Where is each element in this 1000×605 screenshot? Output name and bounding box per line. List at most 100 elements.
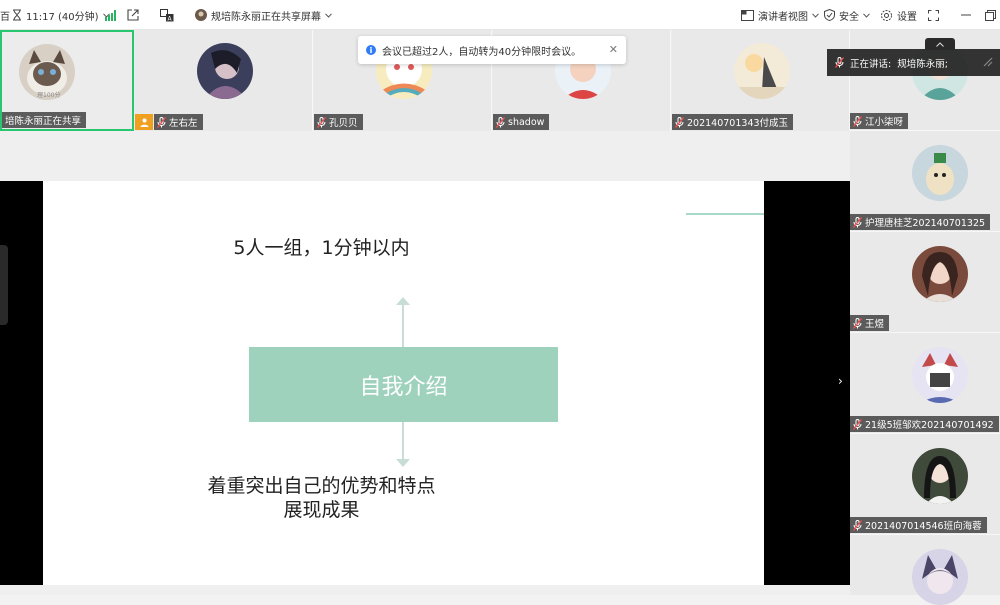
participant-column: 江小柒呀 护理唐桂芝202140701325 王煜 21级5班邹欢2021407… — [850, 30, 1000, 605]
slide-decoration-line — [686, 213, 764, 215]
participant-name-label: 护理唐桂芝202140701325 — [865, 218, 986, 229]
participant-tile[interactable]: 2021407013​43付成玉 — [672, 30, 850, 131]
sharing-indicator[interactable]: 规培陈永丽正在共享屏幕 — [195, 0, 332, 30]
slide-body: 着重突出自己的优势和特点 展现成果 — [0, 474, 682, 522]
speaking-indicator: 正在讲话: 规培陈永丽; — [827, 49, 1000, 76]
mic-muted-icon — [853, 115, 862, 127]
participant-name: shadow — [493, 114, 550, 130]
side-panel-handle[interactable] — [0, 245, 8, 325]
hourglass-icon — [12, 9, 22, 21]
participant-name-label: 左右左 — [169, 118, 198, 129]
info-icon: i — [366, 45, 376, 55]
participant-name: 江小柒呀 — [850, 113, 909, 129]
chevron-down-icon — [812, 12, 819, 18]
speaking-label: 正在讲话: — [850, 58, 892, 70]
presenter-view-label: 演讲者视图 — [758, 11, 808, 23]
participant-name-label: 2021407014546班向海蓉 — [865, 521, 982, 532]
minimize-icon — [961, 10, 971, 20]
drag-handle-icon[interactable] — [982, 56, 994, 68]
participant-name: 2021407013​43付成玉 — [672, 114, 794, 130]
presentation-slide: 5人一组，1分钟以内 自我介绍 着重突出自己的优势和特点 展现成果 — [43, 181, 764, 585]
security-label: 安全 — [839, 11, 859, 23]
sharer-avatar-icon — [195, 9, 207, 21]
participant-name: 王煜 — [850, 315, 890, 331]
settings-button[interactable]: 设置 — [880, 0, 917, 30]
slide-body-line: 着重突出自己的优势和特点 — [207, 475, 436, 497]
participant-name-label: 21级5班邹欢202140701492 — [865, 420, 994, 431]
close-icon[interactable]: ✕ — [609, 43, 618, 56]
translate-icon: A — [160, 8, 174, 22]
restore-window-icon — [985, 9, 996, 21]
mic-muted-icon — [157, 116, 166, 128]
chevron-up-icon — [936, 41, 944, 47]
chevron-down-icon — [325, 12, 332, 18]
participant-tile[interactable] — [850, 535, 1000, 605]
sharing-label: 规培陈永丽正在共享屏幕 — [211, 11, 321, 23]
mic-muted-icon — [853, 418, 862, 430]
shared-screen: 5人一组，1分钟以内 自我介绍 着重突出自己的优势和特点 展现成果 — [0, 181, 850, 585]
participant-name: 护理唐桂芝202140701325 — [850, 214, 991, 230]
mic-muted-icon — [496, 116, 505, 128]
participant-name-label: 孔贝贝 — [329, 118, 358, 129]
slide-box-label: 自我介绍 — [359, 374, 448, 400]
avatar — [197, 43, 253, 99]
restore-button[interactable] — [985, 0, 996, 30]
chevron-down-icon — [863, 12, 870, 18]
user-icon — [140, 118, 149, 127]
slide-body-line: 展现成果 — [283, 499, 360, 521]
shield-icon — [824, 9, 835, 21]
participant-name-label: 2021407013​43付成玉 — [687, 118, 789, 129]
signal-strength[interactable] — [105, 0, 116, 30]
menu-fragment: 百 — [0, 0, 10, 30]
participant-name-label: 王煜 — [865, 319, 885, 330]
participant-tile[interactable]: 王煜 — [850, 232, 1000, 333]
fullscreen-icon — [928, 9, 939, 21]
participant-name-label: 江小柒呀 — [865, 117, 904, 128]
avatar — [912, 246, 968, 302]
participant-name: 21级5班邹欢202140701492 — [850, 416, 999, 432]
fullscreen-button[interactable] — [928, 0, 939, 30]
mic-muted-icon — [675, 116, 684, 128]
avatar — [912, 145, 968, 201]
avatar-caption: 理100分 — [37, 91, 60, 99]
popout-button[interactable] — [127, 0, 139, 30]
participant-name: 2021407014546班向海蓉 — [850, 517, 987, 533]
participant-name-label: 培陈永丽正在共享 — [5, 116, 82, 127]
chevron-right-icon[interactable]: › — [838, 374, 843, 388]
menu-fragment-label: 百 — [0, 11, 10, 23]
arrow-down-icon — [396, 459, 410, 467]
participant-tile[interactable]: 护理唐桂芝202140701325 — [850, 131, 1000, 232]
collapse-tab[interactable] — [925, 38, 955, 50]
participant-tile[interactable]: 理100分 培陈永丽正在共享 — [0, 30, 134, 131]
settings-label: 设置 — [897, 11, 917, 23]
participant-tile[interactable]: 21级5班邹欢202140701492 — [850, 333, 1000, 434]
share-top-gap — [0, 131, 850, 181]
connector-line-bottom — [402, 422, 404, 459]
avatar — [734, 43, 790, 99]
mic-muted-icon — [853, 519, 862, 531]
mic-muted-icon — [317, 116, 326, 128]
avatar: 理100分 — [19, 44, 75, 100]
avatar — [912, 448, 968, 504]
presenter-view-icon — [741, 9, 754, 21]
share-bottom-gap — [0, 585, 850, 595]
slide-highlight-box: 自我介绍 — [249, 347, 558, 422]
top-toolbar: 百 11:17 (40分钟) A 规培陈永丽正在共享屏幕 演讲者视图 安全 设置 — [0, 0, 1000, 30]
meeting-timer[interactable]: 11:17 (40分钟) — [12, 0, 110, 30]
participant-tile[interactable]: 2021407014546班向海蓉 — [850, 434, 1000, 535]
connector-line-top — [402, 305, 404, 347]
slide-title: 5人一组，1分钟以内 — [233, 237, 410, 259]
security-button[interactable]: 安全 — [824, 0, 870, 30]
avatar — [912, 347, 968, 403]
meeting-limit-toast: i 会议已超过2人，自动转为40分钟限时会议。 ✕ — [358, 36, 626, 64]
translate-button[interactable]: A — [160, 0, 174, 30]
signal-bars-icon — [105, 9, 116, 21]
participant-tile[interactable]: 左右左 — [135, 30, 313, 131]
presenter-view-button[interactable]: 演讲者视图 — [741, 0, 819, 30]
participant-name: 孔贝贝 — [314, 114, 363, 130]
mic-icon — [835, 57, 844, 68]
mic-muted-icon — [853, 317, 862, 329]
minimize-button[interactable] — [961, 0, 971, 30]
timer-text: 11:17 (40分钟) — [26, 11, 99, 23]
arrow-up-icon — [396, 297, 410, 305]
